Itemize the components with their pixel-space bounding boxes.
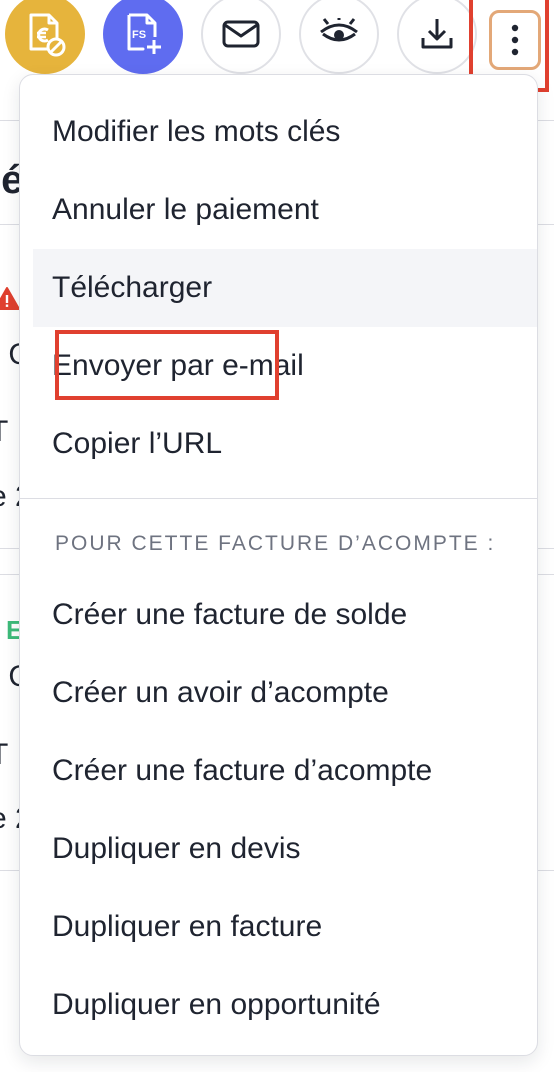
payment-button[interactable] (5, 0, 85, 74)
more-vertical-icon (511, 24, 519, 56)
menu-section-title: POUR CETTE FACTURE D’ACOMPTE : (55, 532, 496, 555)
svg-text:FS: FS (132, 29, 146, 41)
more-options-menu: Modifier les mots clés Annuler le paieme… (19, 74, 538, 1056)
menu-item-duplicate-invoice[interactable]: Dupliquer en facture (20, 888, 537, 966)
email-button[interactable] (201, 0, 281, 74)
menu-item-create-balance-invoice[interactable]: Créer une facture de solde (20, 576, 537, 654)
preview-button[interactable] (299, 0, 379, 74)
menu-item-cancel-payment[interactable]: Annuler le paiement (20, 171, 537, 249)
download-icon (421, 19, 453, 49)
more-options-button[interactable] (489, 10, 541, 70)
menu-item-send-email[interactable]: Envoyer par e-mail (20, 327, 537, 405)
background-row-text: T (0, 740, 8, 770)
menu-item-duplicate-quote[interactable]: Dupliquer en devis (20, 810, 537, 888)
menu-divider (20, 498, 537, 499)
menu-item-create-deposit-credit[interactable]: Créer un avoir d’acompte (20, 654, 537, 732)
euro-document-icon (29, 13, 66, 57)
fs-add-document-icon: FS (127, 13, 161, 54)
menu-item-copy-url[interactable]: Copier l’URL (20, 405, 537, 483)
page: ié - C T e 2 E - C T e 2 FS (0, 0, 554, 1072)
mail-icon (222, 20, 260, 48)
menu-item-duplicate-opportunity[interactable]: Dupliquer en opportunité (20, 966, 537, 1044)
fs-button[interactable]: FS (103, 0, 183, 74)
eye-icon (320, 18, 358, 42)
background-row-text: T (0, 417, 8, 447)
warning-icon (0, 287, 20, 310)
download-button[interactable] (397, 0, 477, 74)
menu-item-download[interactable]: Télécharger (33, 249, 537, 327)
menu-item-create-deposit-invoice[interactable]: Créer une facture d’acompte (20, 732, 537, 810)
menu-item-edit-keywords[interactable]: Modifier les mots clés (20, 93, 537, 171)
